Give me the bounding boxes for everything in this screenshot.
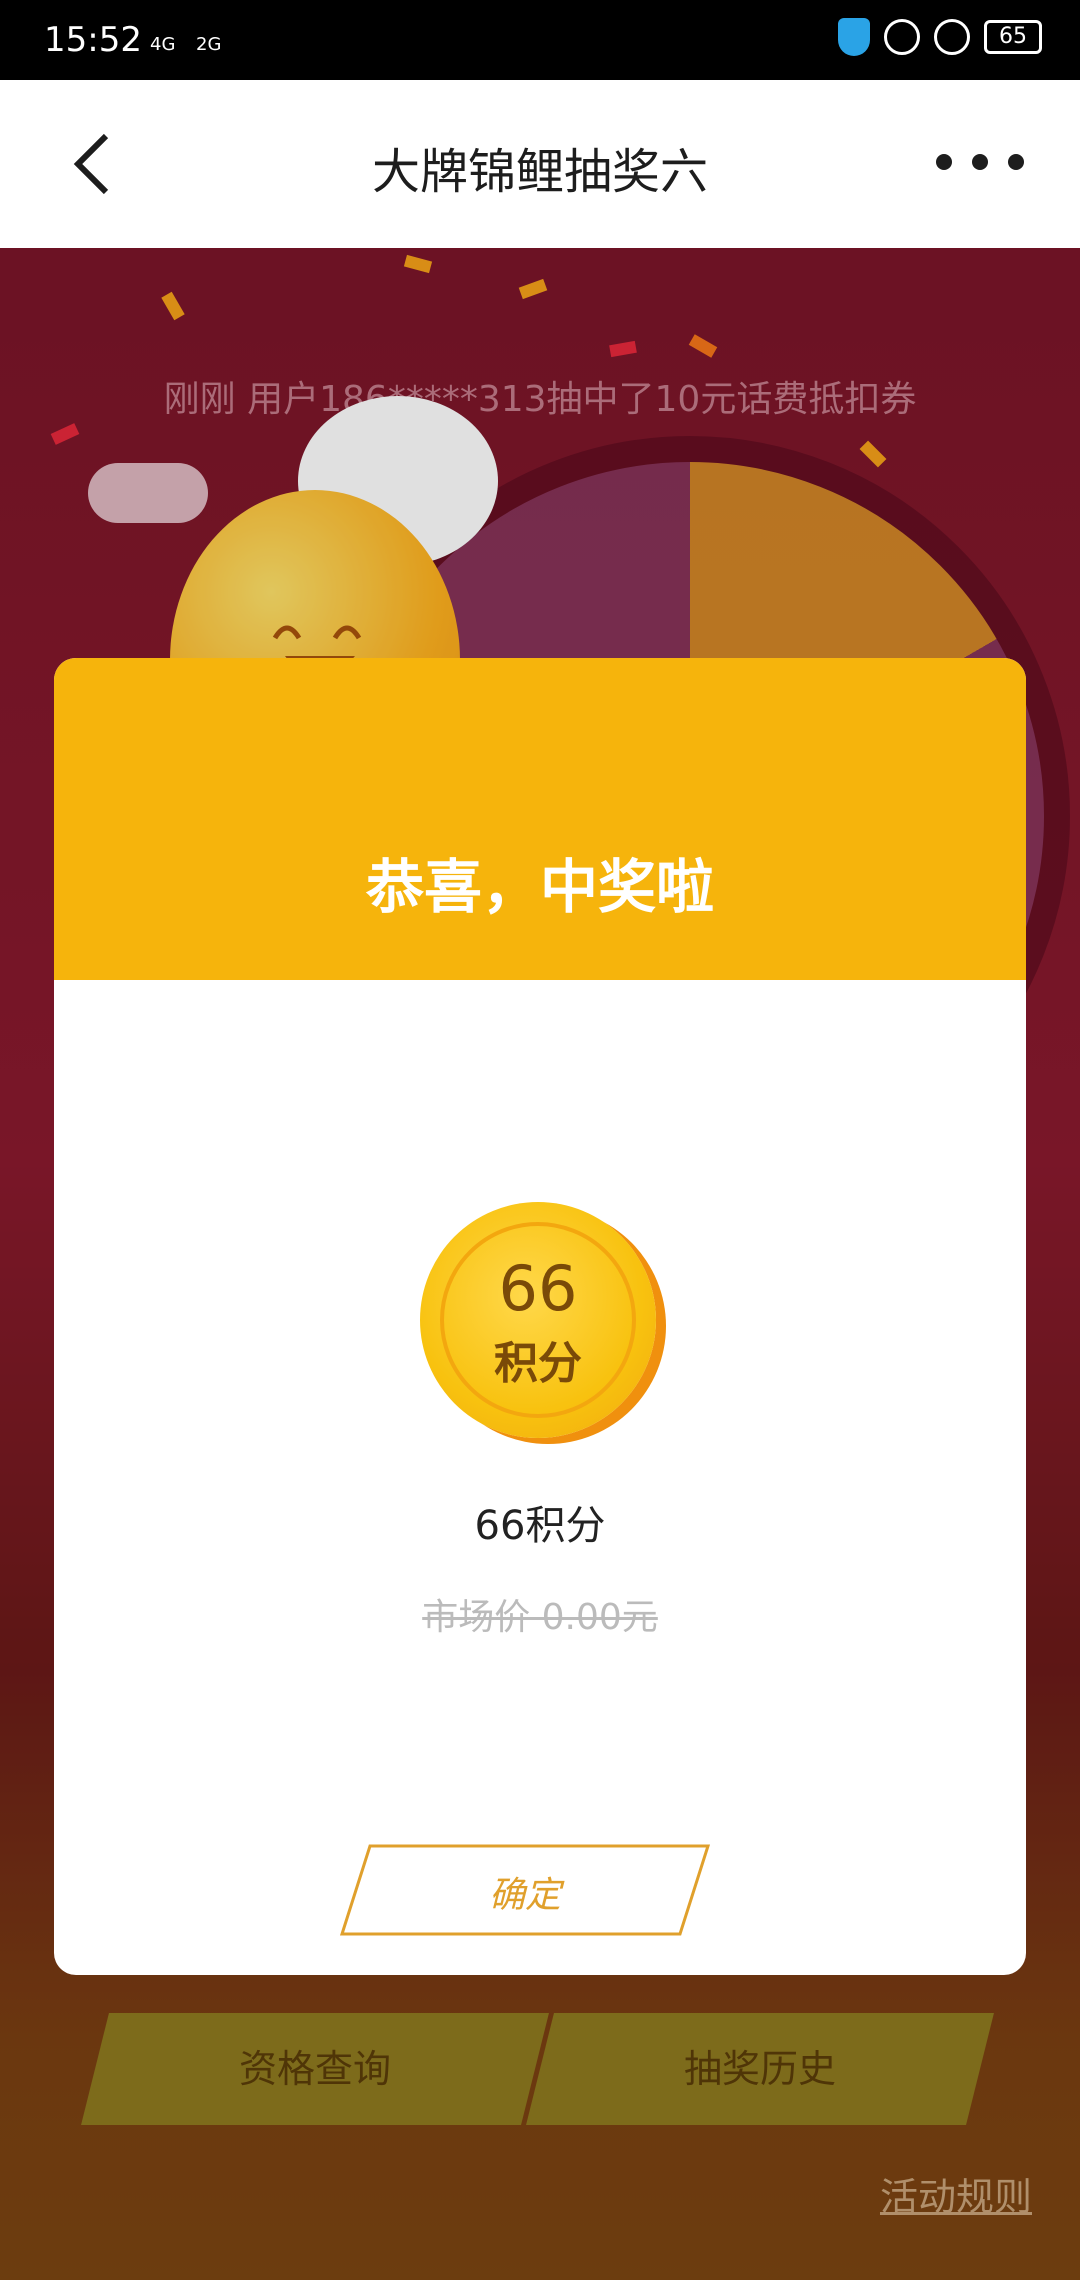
status-time: 15:52 (44, 20, 142, 60)
points-coin-icon: 66 积分 (420, 1202, 656, 1438)
dialog-header: 恭喜，中奖啦 (54, 658, 1026, 980)
coin-unit: 积分 (494, 1338, 582, 1389)
more-dots-icon[interactable] (920, 142, 1040, 182)
signal-1-label: 4G (150, 34, 176, 55)
nav-bar: 大牌锦鲤抽奖六 (0, 80, 1080, 248)
battery-icon: 65 (984, 20, 1042, 54)
signal-2-label: 2G (196, 34, 222, 55)
alarm-icon (934, 19, 970, 55)
shield-icon (838, 18, 870, 56)
status-bar: 15:52 4G 2G 65 (0, 0, 1080, 80)
coin-amount: 66 (498, 1252, 578, 1325)
status-icons: 65 (838, 18, 1042, 56)
dialog-title: 恭喜，中奖啦 (365, 853, 714, 921)
confirm-button-label: 确定 (488, 1875, 561, 1916)
prize-dialog: 恭喜，中奖啦 66 积分 66积分 市场价 0.00元 确定 (54, 658, 1026, 1975)
confirm-button[interactable]: 确定 (340, 1844, 710, 1936)
prize-name: 66积分 (474, 1503, 606, 1549)
lock-icon (884, 19, 920, 55)
market-price: 市场价 0.00元 (422, 1597, 658, 1638)
page-title: 大牌锦鲤抽奖六 (371, 144, 708, 200)
